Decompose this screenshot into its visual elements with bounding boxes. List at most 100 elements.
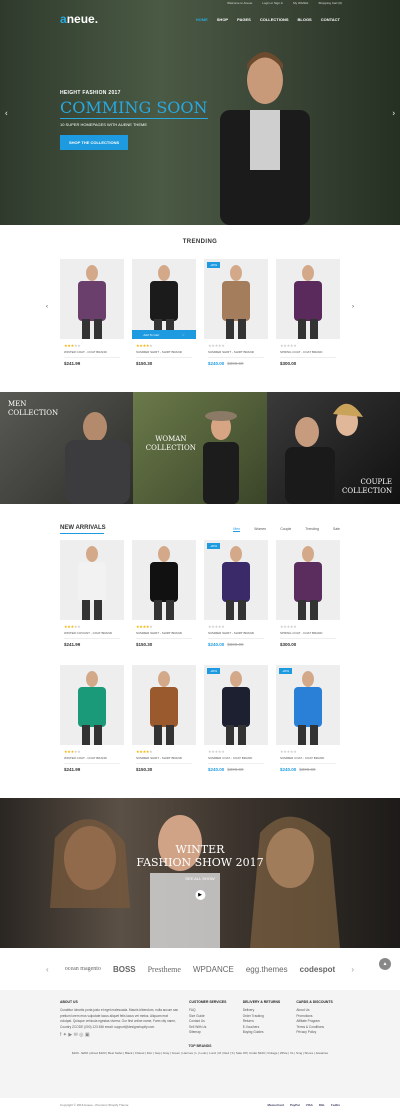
product-image[interactable]: -20% bbox=[276, 665, 340, 745]
product-card[interactable]: -20% ★★★★★ SUMMER SHIRT - SHIRT BRAND $240.… bbox=[204, 259, 268, 372]
rating-stars: ★★★★★ bbox=[280, 624, 297, 629]
tab-men[interactable]: Men bbox=[233, 527, 241, 532]
tab-women[interactable]: Women bbox=[254, 527, 266, 532]
chevron-left-icon[interactable]: ‹ bbox=[5, 108, 8, 117]
product-card[interactable]: -20% ★★★★★ SUMMER COAT - COAT BRAND $240.00… bbox=[276, 665, 340, 778]
top-brands-list[interactable]: $100 - $200 | About $100 | Best Seller |… bbox=[60, 1051, 340, 1056]
play-icon[interactable]: ▶ bbox=[195, 890, 205, 900]
product-card[interactable]: ★★★★★ WINTER COAT - COAT BRAND $241.99 bbox=[60, 665, 124, 778]
product-image[interactable] bbox=[132, 540, 196, 620]
chevron-left-icon[interactable]: ‹ bbox=[46, 304, 48, 310]
logo[interactable]: aneue. bbox=[60, 12, 98, 26]
wishlist-link[interactable]: My Wishlist bbox=[293, 1, 308, 7]
menu-shop[interactable]: SHOP bbox=[217, 17, 228, 22]
hero-banner: Welcome to Aneue Login or Sign in My Wis… bbox=[0, 0, 400, 225]
tab-couple[interactable]: Couple bbox=[280, 527, 291, 532]
old-price: $300.00 bbox=[299, 767, 316, 772]
product-card[interactable]: Add To Cart ♡ ★★★★★ SUMMER SHIRT - SHIRT BR… bbox=[132, 259, 196, 372]
main-nav: aneue. HOME SHOP PAGES COLLECTIONS BLOGS… bbox=[60, 12, 340, 26]
tab-sale[interactable]: Sale bbox=[333, 527, 340, 532]
footer-link[interactable]: Privacy Policy bbox=[296, 1030, 340, 1035]
fashion-line-2: FASHION SHOW 2017 bbox=[136, 856, 264, 869]
product-name[interactable]: WINTER COAT - COAT BRAND bbox=[64, 756, 120, 764]
product-name[interactable]: SUMMER SHIRT - SHIRT BRAND bbox=[208, 350, 264, 358]
shop-collections-button[interactable]: SHOP THE COLLECTIONS bbox=[60, 135, 129, 150]
current-price: $241.99 bbox=[64, 361, 81, 366]
product-image[interactable]: -20% bbox=[204, 259, 268, 339]
footer-link[interactable]: Buying Guides bbox=[243, 1030, 287, 1035]
menu-home[interactable]: HOME bbox=[196, 17, 208, 22]
rating-stars: ★★★★★ bbox=[136, 624, 153, 629]
brands-strip: ‹ ocean magento BOSS Prestheme WPDANCE e… bbox=[0, 948, 400, 990]
fedex-icon: FedEx bbox=[330, 1103, 340, 1107]
fashion-show-banner: WINTER FASHION SHOW 2017 SEE ALL SHOW ▶ bbox=[0, 798, 400, 948]
product-photo bbox=[294, 546, 322, 620]
brand-logo[interactable]: WPDANCE bbox=[193, 965, 234, 974]
footer-heading: CARDS & DISCOUNTS bbox=[296, 1000, 333, 1004]
product-image[interactable] bbox=[132, 665, 196, 745]
product-name[interactable]: SPRING COAT - COAT BRAND bbox=[280, 350, 336, 358]
product-image[interactable]: -20% bbox=[204, 540, 268, 620]
brand-logo[interactable]: BOSS bbox=[113, 965, 136, 974]
discount-badge: -20% bbox=[207, 543, 221, 549]
footer-about: ABOUT US Curabitur lobortis porta justo … bbox=[60, 1000, 179, 1038]
scroll-top-icon[interactable]: ▲ bbox=[379, 958, 391, 970]
product-image[interactable] bbox=[60, 540, 124, 620]
add-to-cart-bar[interactable]: Add To Cart ♡ bbox=[132, 330, 196, 339]
product-card[interactable]: ★★★★★ SUMMER SHIRT - SHIRT BRAND $150.30 bbox=[132, 540, 196, 653]
collection-label: WOMAN COLLECTION bbox=[145, 435, 196, 452]
product-name[interactable]: SUMMER SHIRT - SHIRT BRAND bbox=[136, 631, 192, 639]
product-image[interactable] bbox=[276, 540, 340, 620]
product-name[interactable]: SPRING COAT - COAT BRAND bbox=[280, 631, 336, 639]
menu-collections[interactable]: COLLECTIONS bbox=[260, 17, 289, 22]
product-name[interactable]: WINTER COVIANT - COAT BRAND bbox=[64, 631, 120, 639]
product-name[interactable]: SUMMER COAT - COAT BRAND bbox=[208, 756, 264, 764]
brand-logo[interactable]: codespot bbox=[300, 965, 336, 974]
rating-stars: ★★★★★ bbox=[280, 749, 297, 754]
couple-collection[interactable]: COUPLE COLLECTION bbox=[266, 392, 400, 504]
product-image[interactable]: -20% bbox=[204, 665, 268, 745]
chevron-right-icon[interactable]: › bbox=[351, 965, 354, 974]
product-card[interactable]: -20% ★★★★★ SUMMER COAT - COAT BRAND $240.00… bbox=[204, 665, 268, 778]
product-card[interactable]: ★★★★★ WINTER COVIANT - COAT BRAND $241.99 bbox=[60, 540, 124, 653]
menu-pages[interactable]: PAGES bbox=[237, 17, 251, 22]
current-price: $240.00 bbox=[280, 767, 297, 772]
cart-link[interactable]: Shopping Cart (0) bbox=[318, 1, 342, 7]
men-collection[interactable]: MEN COLLECTION bbox=[0, 392, 134, 504]
product-name[interactable]: SUMMER SHIRT - SHIRT BRAND bbox=[208, 631, 264, 639]
see-all-show-link[interactable]: SEE ALL SHOW bbox=[136, 872, 263, 885]
add-to-cart-button[interactable]: Add To Cart bbox=[143, 333, 159, 337]
rating-stars: ★★★★★ bbox=[208, 343, 225, 348]
product-image[interactable]: Add To Cart ♡ bbox=[132, 259, 196, 339]
product-name[interactable]: SUMMER SHIRT - SHIRT BRAND bbox=[136, 756, 192, 764]
collection-label: MEN COLLECTION bbox=[8, 400, 59, 417]
product-card[interactable]: -20% ★★★★★ SUMMER SHIRT - SHIRT BRAND $240.… bbox=[204, 540, 268, 653]
product-image[interactable] bbox=[60, 259, 124, 339]
product-name[interactable]: SUMMER SHIRT - SHIRT BRAND bbox=[136, 350, 192, 358]
product-image[interactable] bbox=[60, 665, 124, 745]
product-image[interactable] bbox=[276, 259, 340, 339]
product-card[interactable]: ★★★★★ SUMMER SHIRT - SHIRT BRAND $150.30 bbox=[132, 665, 196, 778]
chevron-right-icon[interactable]: › bbox=[352, 304, 354, 310]
social-icons[interactable]: f ✦ ▶ ✉ ◎ ▣ bbox=[60, 1032, 179, 1038]
tab-trending[interactable]: Trending bbox=[305, 527, 319, 532]
woman-collection[interactable]: WOMAN COLLECTION bbox=[133, 392, 267, 504]
chevron-left-icon[interactable]: ‹ bbox=[46, 965, 49, 974]
current-price: $150.30 bbox=[136, 642, 153, 647]
product-card[interactable]: ★★★★★ SPRING COAT - COAT BRAND $300.00 bbox=[276, 540, 340, 653]
product-card[interactable]: ★★★★★ WINTER COAT - COAT BRAND $241.99 bbox=[60, 259, 124, 372]
rating-stars: ★★★★★ bbox=[280, 343, 297, 348]
chevron-right-icon[interactable]: › bbox=[392, 108, 395, 117]
login-link[interactable]: Login or Sign in bbox=[262, 1, 283, 7]
product-card[interactable]: ★★★★★ SPRING COAT - COAT BRAND $300.00 bbox=[276, 259, 340, 372]
menu-contact[interactable]: CONTACT bbox=[321, 17, 340, 22]
menu-blogs[interactable]: BLOGS bbox=[298, 17, 312, 22]
product-photo bbox=[294, 265, 322, 339]
product-name[interactable]: WINTER COAT - COAT BRAND bbox=[64, 350, 120, 358]
brand-logo[interactable]: Prestheme bbox=[148, 965, 181, 974]
footer-link[interactable]: Sitemap bbox=[189, 1030, 233, 1035]
product-name[interactable]: SUMMER COAT - COAT BRAND bbox=[280, 756, 336, 764]
brand-logo[interactable]: egg.themes bbox=[246, 965, 288, 974]
brand-logo[interactable]: ocean magento bbox=[65, 966, 101, 972]
wishlist-icon[interactable]: ♡ bbox=[182, 333, 185, 337]
